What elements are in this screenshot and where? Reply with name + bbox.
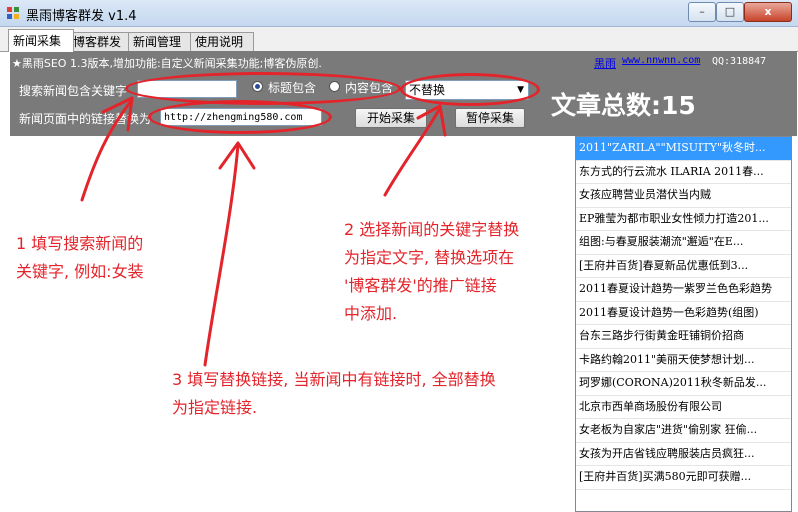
link-replace-label: 新闻页面中的链接替换为 (19, 112, 152, 126)
annotation-3: 3 填写替换链接, 当新闻中有链接时, 全部替换 为指定链接. (172, 370, 496, 417)
annotation-2: 2 选择新闻的关键字替换 为指定文字, 替换选项在 '博客群发'的推广链接 中添… (344, 220, 520, 323)
arrow-3-icon (203, 143, 240, 367)
article-total: 文章总数:15 (551, 91, 696, 120)
title-bar: 黑雨博客群发 v1.4 – □ x (0, 0, 798, 27)
tab-usage-help[interactable]: 使用说明 (190, 32, 254, 51)
tab-blog-post[interactable]: 博客群发 (68, 32, 132, 51)
list-item[interactable]: 2011春夏设计趋势一色彩趋势(组图) (576, 302, 791, 325)
start-collect-button[interactable]: 开始采集 (355, 108, 427, 128)
list-item[interactable]: 卡路约翰2011"美丽天使梦想计划... (576, 349, 791, 372)
arrow-3-head-icon (218, 141, 256, 170)
list-item[interactable]: EP雅莹为都市职业女性倾力打造201... (576, 208, 791, 231)
info-text: ★黑雨SEO 1.3版本,增加功能:自定义新闻采集功能;博客伪原创. (12, 57, 322, 70)
highlight-oval-link (148, 100, 332, 134)
pause-collect-button[interactable]: 暂停采集 (455, 108, 525, 128)
list-item[interactable]: 女老板为自家店"进货"偷别家 狂偷... (576, 419, 791, 443)
brand-link[interactable]: 黑雨 (594, 55, 616, 71)
close-button[interactable]: x (744, 2, 792, 22)
minimize-button[interactable]: – (688, 2, 716, 22)
window-title: 黑雨博客群发 v1.4 (26, 9, 137, 24)
highlight-oval-select (400, 73, 540, 106)
tab-news-collect[interactable]: 新闻采集 (8, 29, 74, 52)
list-item[interactable]: 台东三路步行街黄金旺铺铜价招商 (576, 325, 791, 349)
tab-news-manage[interactable]: 新闻管理 (128, 32, 194, 51)
list-item[interactable]: 2011"ZARILA""MISUITY"秋冬时... (576, 137, 791, 161)
list-item[interactable]: 东方式的行云流水 ILARIA 2011春... (576, 161, 791, 184)
list-item[interactable]: 女孩应聘营业员潜伏当内贼 (576, 184, 791, 208)
list-item[interactable]: [王府井百货]春夏新品优惠低到3... (576, 255, 791, 278)
list-item[interactable]: [王府井百货]买满580元即可获赠... (576, 466, 791, 490)
qq-number: QQ:318847 (712, 56, 767, 67)
annotation-1: 1 填写搜索新闻的 关键字, 例如:女装 (16, 234, 144, 281)
keyword-label: 搜索新闻包含关键字 (19, 84, 128, 98)
tab-bar: 新闻采集 博客群发 新闻管理 使用说明 (0, 27, 798, 52)
site-link[interactable]: www.nnwnn.com (622, 55, 700, 66)
maximize-button[interactable]: □ (716, 2, 744, 22)
app-icon (7, 7, 19, 19)
list-item[interactable]: 北京市西单商场股份有限公司 (576, 396, 791, 419)
list-item[interactable]: 2011春夏设计趋势一紫罗兰色色彩趋势 (576, 278, 791, 302)
news-list[interactable]: 2011"ZARILA""MISUITY"秋冬时... 东方式的行云流水 ILA… (575, 136, 792, 512)
list-item[interactable]: 女孩为开店省钱应聘服装店员疯狂... (576, 443, 791, 466)
list-item[interactable]: 组图:与春夏服装潮流"邂逅"在E... (576, 231, 791, 255)
list-item[interactable]: 珂罗娜(CORONA)2011秋冬新品发... (576, 372, 791, 396)
